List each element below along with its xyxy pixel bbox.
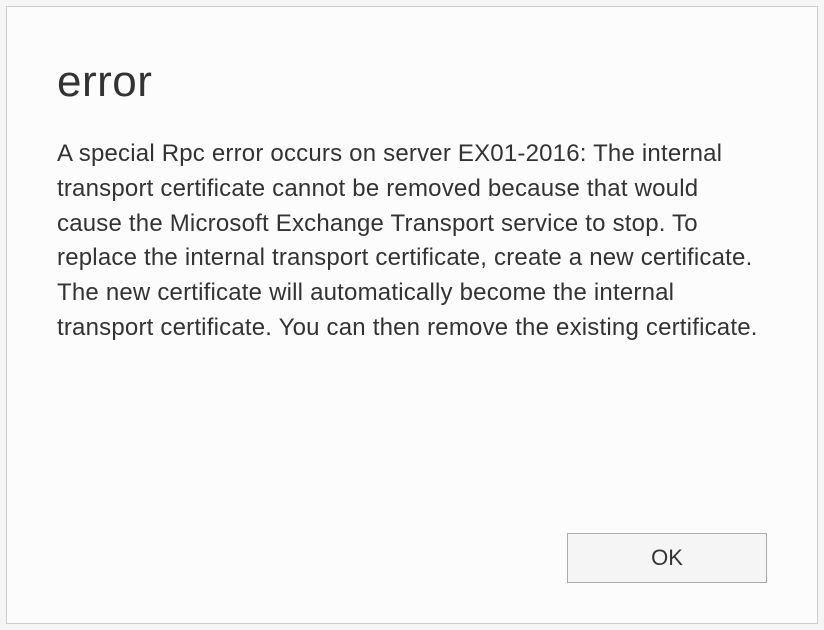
error-dialog: error A special Rpc error occurs on serv… (6, 6, 818, 624)
dialog-title: error (57, 57, 767, 107)
dialog-message: A special Rpc error occurs on server EX0… (57, 137, 767, 346)
dialog-footer: OK (567, 533, 767, 583)
ok-button[interactable]: OK (567, 533, 767, 583)
